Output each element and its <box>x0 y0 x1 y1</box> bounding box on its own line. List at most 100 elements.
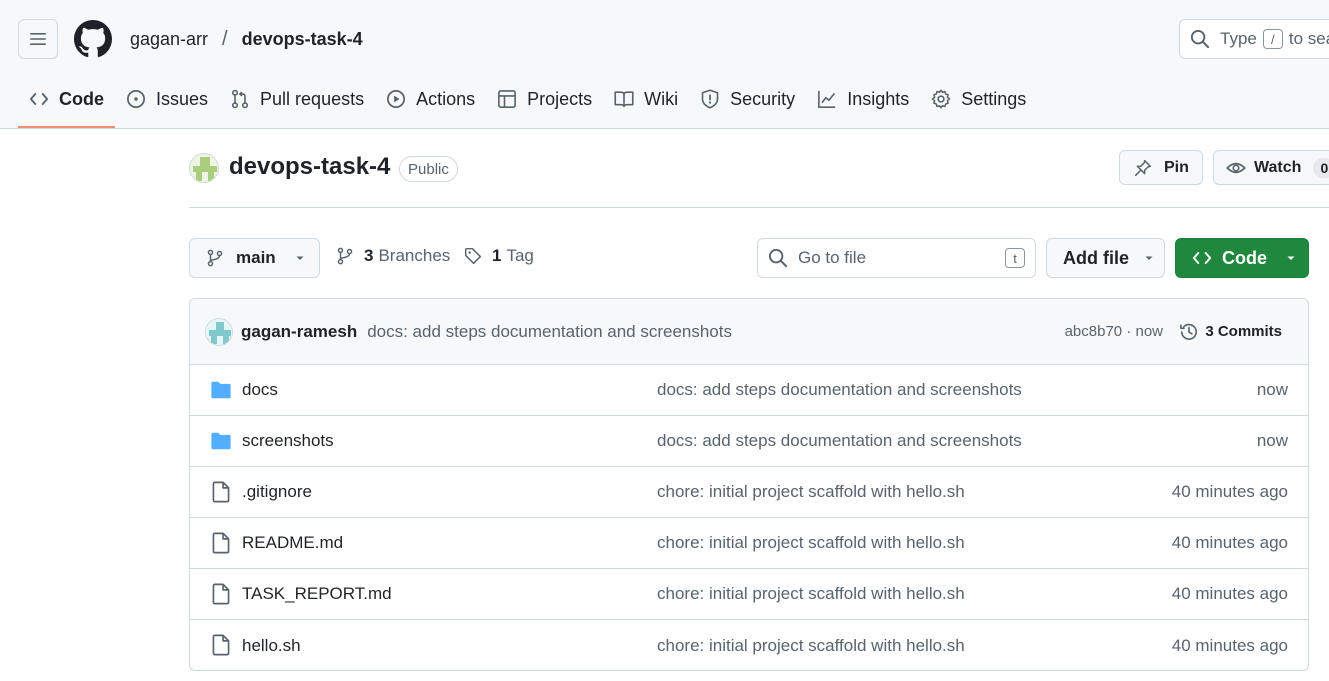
file-name[interactable]: .gitignore <box>242 482 312 502</box>
file-name[interactable]: TASK_REPORT.md <box>242 584 392 604</box>
file-name[interactable]: hello.sh <box>242 636 301 656</box>
file-name[interactable]: docs <box>242 380 278 400</box>
repo-nav-tabs: Code Issues Pull requests Actions Projec… <box>18 80 1037 128</box>
tags-label: Tag <box>506 246 534 265</box>
search-icon <box>1190 29 1210 49</box>
pull-request-icon <box>231 89 249 109</box>
file-icon <box>212 634 230 656</box>
play-icon <box>387 90 406 108</box>
caret-down-icon <box>1287 256 1295 260</box>
go-to-file-shortcut: t <box>1005 248 1025 268</box>
file-row[interactable]: docs docs: add steps documentation and s… <box>190 365 1308 416</box>
visibility-badge: Public <box>399 156 458 182</box>
tab-actions[interactable]: Actions <box>375 80 486 118</box>
file-table: gagan-ramesh docs: add steps documentati… <box>189 298 1309 671</box>
graph-icon <box>818 90 836 108</box>
tab-projects[interactable]: Projects <box>486 80 603 118</box>
git-branch-icon <box>337 247 353 265</box>
pin-button[interactable]: Pin <box>1119 150 1203 185</box>
repo-title[interactable]: devops-task-4 <box>229 153 390 181</box>
file-row[interactable]: README.md chore: initial project scaffol… <box>190 518 1308 569</box>
code-button-label: Code <box>1222 247 1267 268</box>
file-commit-message[interactable]: chore: initial project scaffold with hel… <box>657 584 965 604</box>
folder-icon <box>211 381 231 399</box>
tab-wiki[interactable]: Wiki <box>603 80 689 118</box>
commit-message[interactable]: docs: add steps documentation and screen… <box>367 322 732 342</box>
file-row[interactable]: hello.sh chore: initial project scaffold… <box>190 620 1308 670</box>
tab-label: Code <box>59 88 104 109</box>
hamburger-icon <box>30 33 46 45</box>
commit-author-avatar[interactable] <box>205 317 233 346</box>
commits-history-link[interactable]: 3 Commits <box>1179 322 1282 342</box>
file-commit-time: 40 minutes ago <box>1171 635 1288 655</box>
pin-label: Pin <box>1164 158 1189 176</box>
search-input[interactable]: Type / to sea <box>1179 19 1329 59</box>
file-commit-time: now <box>1256 431 1288 450</box>
tab-security[interactable]: Security <box>689 80 806 118</box>
search-icon <box>768 248 788 268</box>
search-placeholder-suffix: to sea <box>1288 29 1329 48</box>
table-icon <box>498 90 517 108</box>
tab-label: Insights <box>847 88 910 109</box>
file-icon <box>212 532 230 554</box>
breadcrumb: gagan-arr / devops-task-4 <box>130 28 363 51</box>
file-commit-message[interactable]: chore: initial project scaffold with hel… <box>657 482 965 502</box>
tab-label: Issues <box>156 88 209 109</box>
commit-author[interactable]: gagan-ramesh <box>241 322 357 342</box>
add-file-label: Add file <box>1063 247 1129 268</box>
tab-code[interactable]: Code <box>18 80 115 128</box>
breadcrumb-repo[interactable]: devops-task-4 <box>242 29 363 50</box>
tab-label: Security <box>730 88 796 109</box>
file-commit-time: 40 minutes ago <box>1171 482 1288 501</box>
breadcrumb-owner[interactable]: gagan-arr <box>130 29 208 50</box>
tab-pull-requests[interactable]: Pull requests <box>219 80 375 118</box>
branches-label: Branches <box>378 246 451 265</box>
pin-icon <box>1134 159 1152 176</box>
file-commit-time: 40 minutes ago <box>1171 584 1288 603</box>
commit-hash-time[interactable]: abc8b70 · now <box>1065 323 1163 340</box>
tab-issues[interactable]: Issues <box>115 80 219 118</box>
search-placeholder-prefix: Type <box>1220 29 1257 48</box>
go-to-file-placeholder: Go to file <box>798 248 867 267</box>
menu-button[interactable] <box>18 19 58 59</box>
tags-count: 1 <box>492 246 502 265</box>
file-commit-message[interactable]: docs: add steps documentation and screen… <box>657 380 1022 400</box>
global-header: gagan-arr / devops-task-4 Type / to sea … <box>0 0 1329 129</box>
search-shortcut-key: / <box>1262 29 1283 49</box>
file-commit-message[interactable]: chore: initial project scaffold with hel… <box>657 636 965 656</box>
file-row[interactable]: TASK_REPORT.md chore: initial project sc… <box>190 569 1308 620</box>
github-logo-icon[interactable] <box>74 20 112 58</box>
tab-insights[interactable]: Insights <box>806 80 920 118</box>
tab-label: Settings <box>961 88 1027 109</box>
file-icon <box>212 481 230 503</box>
tab-settings[interactable]: Settings <box>920 80 1037 118</box>
branch-name: main <box>236 248 276 267</box>
file-name[interactable]: screenshots <box>242 431 334 451</box>
add-file-button[interactable]: Add file <box>1046 238 1165 278</box>
watch-button[interactable]: Watch 0 <box>1213 150 1329 185</box>
shield-icon <box>701 89 719 109</box>
book-icon <box>614 91 634 108</box>
file-commit-time: now <box>1256 380 1288 399</box>
file-commit-message[interactable]: chore: initial project scaffold with hel… <box>657 533 965 553</box>
tag-icon <box>464 247 482 265</box>
file-row[interactable]: screenshots docs: add steps documentatio… <box>190 416 1308 467</box>
file-row[interactable]: .gitignore chore: initial project scaffo… <box>190 467 1308 518</box>
tags-link[interactable]: 1 Tag <box>464 246 534 266</box>
watch-count: 0 <box>1313 157 1329 178</box>
tab-label: Pull requests <box>260 88 365 109</box>
tab-label: Projects <box>527 88 593 109</box>
repo-owner-avatar[interactable] <box>189 153 219 183</box>
branch-select-button[interactable]: main <box>189 238 320 278</box>
caret-down-icon <box>296 256 304 260</box>
header-divider <box>189 207 1329 208</box>
file-commit-message[interactable]: docs: add steps documentation and screen… <box>657 431 1022 451</box>
branches-link[interactable]: 3 Branches <box>336 246 450 266</box>
watch-label: Watch <box>1254 158 1302 176</box>
go-to-file-input[interactable]: Go to file t <box>757 238 1036 278</box>
file-icon <box>212 583 230 605</box>
code-button[interactable]: Code <box>1175 238 1309 278</box>
file-name[interactable]: README.md <box>242 533 343 553</box>
folder-icon <box>211 432 231 450</box>
issue-icon <box>127 90 145 108</box>
